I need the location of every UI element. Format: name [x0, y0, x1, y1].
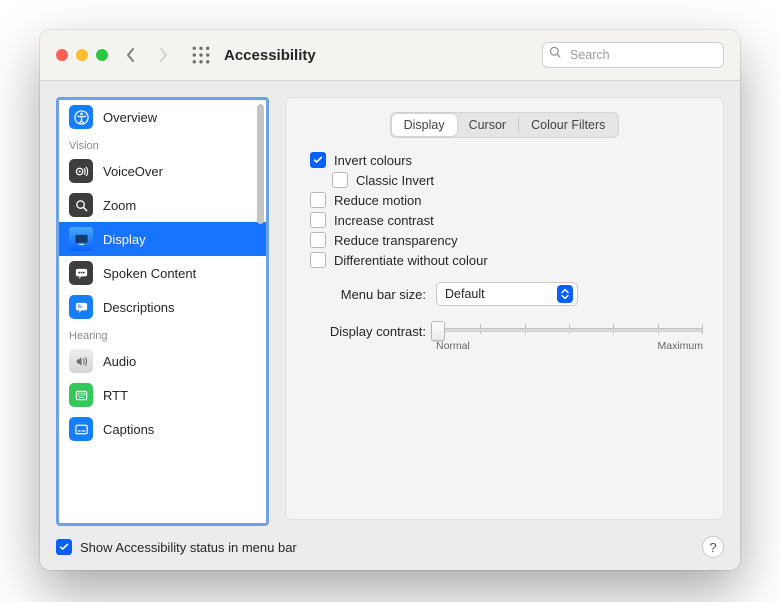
- categories-sidebar[interactable]: Overview Vision VoiceOver Zoom: [56, 97, 269, 526]
- checkbox-icon: [310, 192, 326, 208]
- captions-icon: [69, 417, 93, 441]
- display-options-group: Invert colours Classic Invert Reduce mot…: [306, 152, 703, 268]
- checkbox-icon: [310, 232, 326, 248]
- checkbox-icon: [310, 212, 326, 228]
- sidebar-section-label: Hearing: [59, 324, 266, 344]
- search-field[interactable]: [542, 42, 724, 68]
- sidebar-item-label: Audio: [103, 354, 136, 369]
- zoom-icon: [69, 193, 93, 217]
- option-label: Classic Invert: [356, 173, 434, 188]
- option-label: Reduce transparency: [334, 233, 458, 248]
- sidebar-item-label: RTT: [103, 388, 128, 403]
- show-all-prefs-button[interactable]: [192, 46, 210, 64]
- forward-button[interactable]: [154, 44, 172, 66]
- slider-min-label: Normal: [436, 340, 470, 352]
- search-icon: [549, 46, 562, 64]
- option-show-status-menubar[interactable]: Show Accessibility status in menu bar: [56, 539, 297, 555]
- display-tabs: Display Cursor Colour Filters: [390, 112, 620, 138]
- option-reduce-transparency[interactable]: Reduce transparency: [310, 232, 703, 248]
- tab-display[interactable]: Display: [392, 114, 457, 136]
- sidebar-item-audio[interactable]: Audio: [59, 344, 266, 378]
- checkbox-checked-icon: [56, 539, 72, 555]
- help-icon: ?: [709, 540, 716, 555]
- window-toolbar: Accessibility: [40, 30, 740, 81]
- checkbox-icon: [310, 252, 326, 268]
- option-label: Show Accessibility status in menu bar: [80, 540, 297, 555]
- option-increase-contrast[interactable]: Increase contrast: [310, 212, 703, 228]
- option-differentiate-without-colour[interactable]: Differentiate without colour: [310, 252, 703, 268]
- zoom-window-button[interactable]: [96, 49, 108, 61]
- display-contrast-row: Display contrast: Normal Maximum: [306, 320, 703, 356]
- descriptions-icon: [69, 295, 93, 319]
- option-label: Differentiate without colour: [334, 253, 488, 268]
- tab-cursor[interactable]: Cursor: [457, 114, 519, 136]
- back-button[interactable]: [122, 44, 140, 66]
- option-label: Invert colours: [334, 153, 412, 168]
- menu-bar-size-value: Default: [445, 287, 485, 301]
- sidebar-item-label: Overview: [103, 110, 157, 125]
- sidebar-item-label: Captions: [103, 422, 154, 437]
- menu-bar-size-row: Menu bar size: Default: [306, 282, 703, 306]
- system-preferences-window: Accessibility Overview: [40, 30, 740, 570]
- sidebar-item-label: Descriptions: [103, 300, 175, 315]
- sidebar-item-label: Spoken Content: [103, 266, 196, 281]
- sidebar-item-descriptions[interactable]: Descriptions: [59, 290, 266, 324]
- sidebar-item-label: Zoom: [103, 198, 136, 213]
- option-invert-colours[interactable]: Invert colours: [310, 152, 703, 168]
- sidebar-item-captions[interactable]: Captions: [59, 412, 266, 446]
- help-button[interactable]: ?: [702, 536, 724, 558]
- sidebar-item-zoom[interactable]: Zoom: [59, 188, 266, 222]
- audio-icon: [69, 349, 93, 373]
- accessibility-icon: [69, 105, 93, 129]
- sidebar-item-label: Display: [103, 232, 146, 247]
- menu-bar-size-label: Menu bar size:: [306, 287, 426, 302]
- option-label: Increase contrast: [334, 213, 434, 228]
- option-classic-invert[interactable]: Classic Invert: [310, 172, 703, 188]
- checkbox-checked-icon: [310, 152, 326, 168]
- spoken-content-icon: [69, 261, 93, 285]
- footer: Show Accessibility status in menu bar ?: [40, 530, 740, 570]
- search-input[interactable]: [568, 47, 733, 63]
- chevrons-up-down-icon: [557, 285, 573, 303]
- option-label: Reduce motion: [334, 193, 421, 208]
- option-reduce-motion[interactable]: Reduce motion: [310, 192, 703, 208]
- sidebar-item-rtt[interactable]: RTT: [59, 378, 266, 412]
- window-title: Accessibility: [224, 47, 316, 64]
- display-contrast-slider[interactable]: Normal Maximum: [436, 320, 703, 356]
- slider-max-label: Maximum: [657, 340, 703, 352]
- menu-bar-size-select[interactable]: Default: [436, 282, 578, 306]
- close-window-button[interactable]: [56, 49, 68, 61]
- checkbox-icon: [332, 172, 348, 188]
- display-icon: [69, 227, 93, 251]
- sidebar-item-voiceover[interactable]: VoiceOver: [59, 154, 266, 188]
- settings-pane: Display Cursor Colour Filters Invert col…: [285, 97, 724, 520]
- sidebar-item-spoken-content[interactable]: Spoken Content: [59, 256, 266, 290]
- tab-colour-filters[interactable]: Colour Filters: [519, 114, 617, 136]
- sidebar-scrollbar[interactable]: [257, 104, 264, 224]
- rtt-icon: [69, 383, 93, 407]
- voiceover-icon: [69, 159, 93, 183]
- window-controls: [56, 49, 108, 61]
- sidebar-item-label: VoiceOver: [103, 164, 163, 179]
- sidebar-item-overview[interactable]: Overview: [59, 100, 266, 134]
- minimize-window-button[interactable]: [76, 49, 88, 61]
- sidebar-section-label: Vision: [59, 134, 266, 154]
- display-contrast-label: Display contrast:: [306, 320, 426, 339]
- sidebar-item-display[interactable]: Display: [59, 222, 266, 256]
- slider-knob[interactable]: [431, 321, 445, 341]
